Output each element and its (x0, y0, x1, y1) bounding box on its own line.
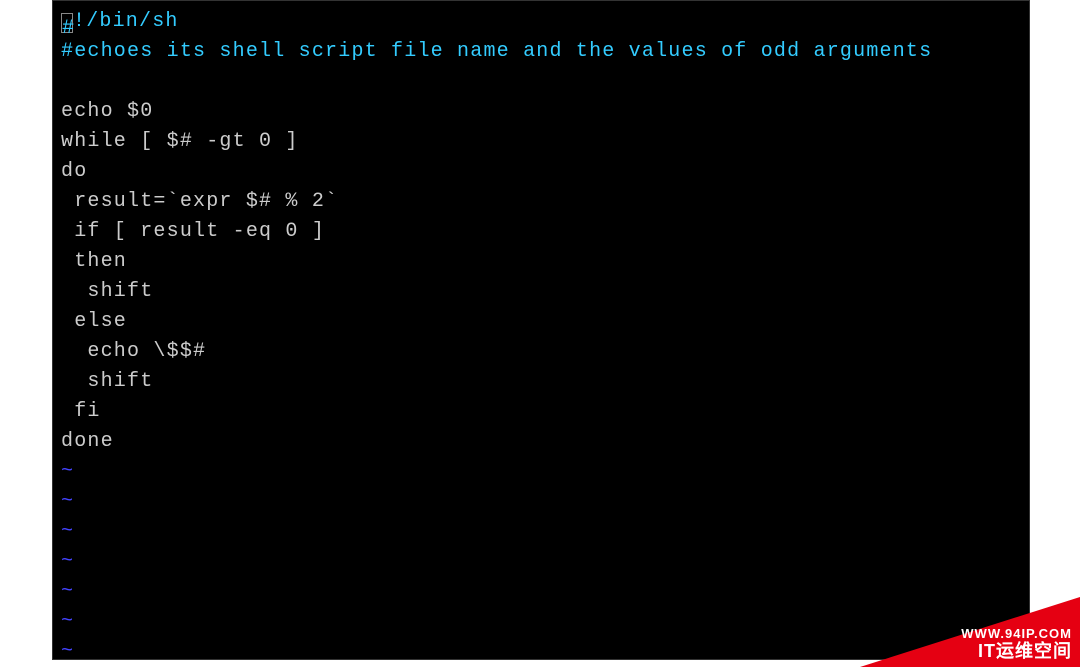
terminal-line-1: #echoes its shell script file name and t… (61, 37, 1021, 67)
terminal-content[interactable]: #!/bin/sh#echoes its shell script file n… (61, 7, 1021, 660)
terminal-line-12: shift (61, 367, 1021, 397)
terminal-line-3: echo $0 (61, 97, 1021, 127)
terminal-line-6: result=`expr $# % 2` (61, 187, 1021, 217)
terminal-line-8: then (61, 247, 1021, 277)
terminal-line-11: echo \$$# (61, 337, 1021, 367)
terminal-line-17: ~ (61, 517, 1021, 547)
terminal-window[interactable]: #!/bin/sh#echoes its shell script file n… (52, 0, 1030, 660)
terminal-line-15: ~ (61, 457, 1021, 487)
terminal-line-10: else (61, 307, 1021, 337)
terminal-line-13: fi (61, 397, 1021, 427)
terminal-line-16: ~ (61, 487, 1021, 517)
terminal-line-14: done (61, 427, 1021, 457)
terminal-line-0: #!/bin/sh (61, 7, 1021, 37)
cursor: # (61, 13, 73, 33)
terminal-line-9: shift (61, 277, 1021, 307)
watermark-title: IT运维空间 (978, 637, 1072, 663)
terminal-line-5: do (61, 157, 1021, 187)
terminal-line-7: if [ result -eq 0 ] (61, 217, 1021, 247)
terminal-line-18: ~ (61, 547, 1021, 577)
terminal-line-4: while [ $# -gt 0 ] (61, 127, 1021, 157)
terminal-line-2 (61, 67, 1021, 97)
terminal-text: !/bin/sh (73, 10, 179, 33)
